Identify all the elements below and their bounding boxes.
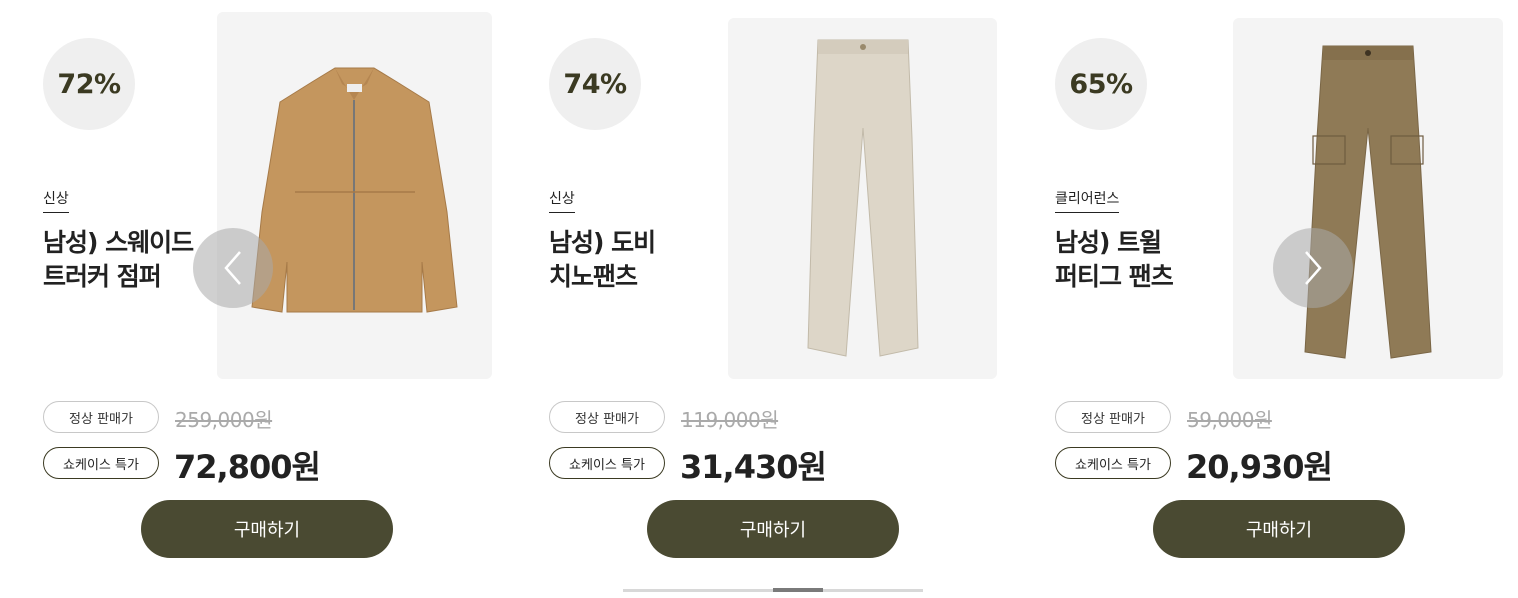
regular-price: 119,000원 <box>681 408 779 432</box>
regular-price-label: 정상 판매가 <box>43 401 159 433</box>
buy-button[interactable]: 구매하기 <box>647 500 899 558</box>
carousel-scrollbar[interactable] <box>623 588 923 592</box>
jacket-image <box>251 67 458 313</box>
discount-badge: 65% <box>1055 38 1147 130</box>
sale-price: 72,800원 <box>174 448 321 486</box>
chevron-right-icon <box>1305 251 1322 285</box>
buy-button[interactable]: 구매하기 <box>1153 500 1405 558</box>
product-image[interactable] <box>1233 18 1503 379</box>
carousel-next-button[interactable] <box>1273 228 1353 308</box>
product-name-line1: 남성) 도비 <box>549 228 656 257</box>
fatigue-pants-image <box>1304 45 1432 359</box>
product-image[interactable] <box>728 18 997 379</box>
product-tag: 신상 <box>549 188 575 213</box>
sale-price: 31,430원 <box>680 448 827 486</box>
carousel-prev-button[interactable] <box>193 228 273 308</box>
regular-price: 259,000원 <box>175 408 273 432</box>
product-tag: 신상 <box>43 188 69 213</box>
special-price-label: 쇼케이스 특가 <box>1055 447 1171 479</box>
product-name-line1: 남성) 트윌 <box>1055 228 1162 257</box>
chino-pants-image <box>807 39 919 357</box>
product-card[interactable]: 72% 신상 남성) 스웨이드 트러커 점퍼 정상 판매가 259,000원 쇼… <box>43 0 503 598</box>
discount-badge: 72% <box>43 38 135 130</box>
special-price-label: 쇼케이스 특가 <box>549 447 665 479</box>
sale-price: 20,930원 <box>1186 448 1333 486</box>
chevron-left-icon <box>224 251 241 285</box>
regular-price-label: 정상 판매가 <box>549 401 665 433</box>
regular-price-label: 정상 판매가 <box>1055 401 1171 433</box>
regular-price: 59,000원 <box>1187 408 1272 432</box>
buy-button[interactable]: 구매하기 <box>141 500 393 558</box>
product-image[interactable] <box>217 12 492 379</box>
product-name[interactable]: 남성) 도비 치노팬츠 <box>549 226 749 294</box>
carousel-scroll-thumb[interactable] <box>773 588 823 592</box>
product-name-line2: 치노팬츠 <box>549 262 638 291</box>
product-card[interactable]: 74% 신상 남성) 도비 치노팬츠 정상 판매가 119,000원 쇼케이스 … <box>549 0 1009 598</box>
product-name-line2: 퍼티그 팬츠 <box>1055 262 1174 291</box>
discount-badge: 74% <box>549 38 641 130</box>
product-tag: 클리어런스 <box>1055 188 1120 213</box>
product-name[interactable]: 남성) 트윌 퍼티그 팬츠 <box>1055 226 1255 294</box>
product-card[interactable]: 65% 클리어런스 남성) 트윌 퍼티그 팬츠 정상 판매가 59,000원 쇼… <box>1055 0 1515 598</box>
special-price-label: 쇼케이스 특가 <box>43 447 159 479</box>
